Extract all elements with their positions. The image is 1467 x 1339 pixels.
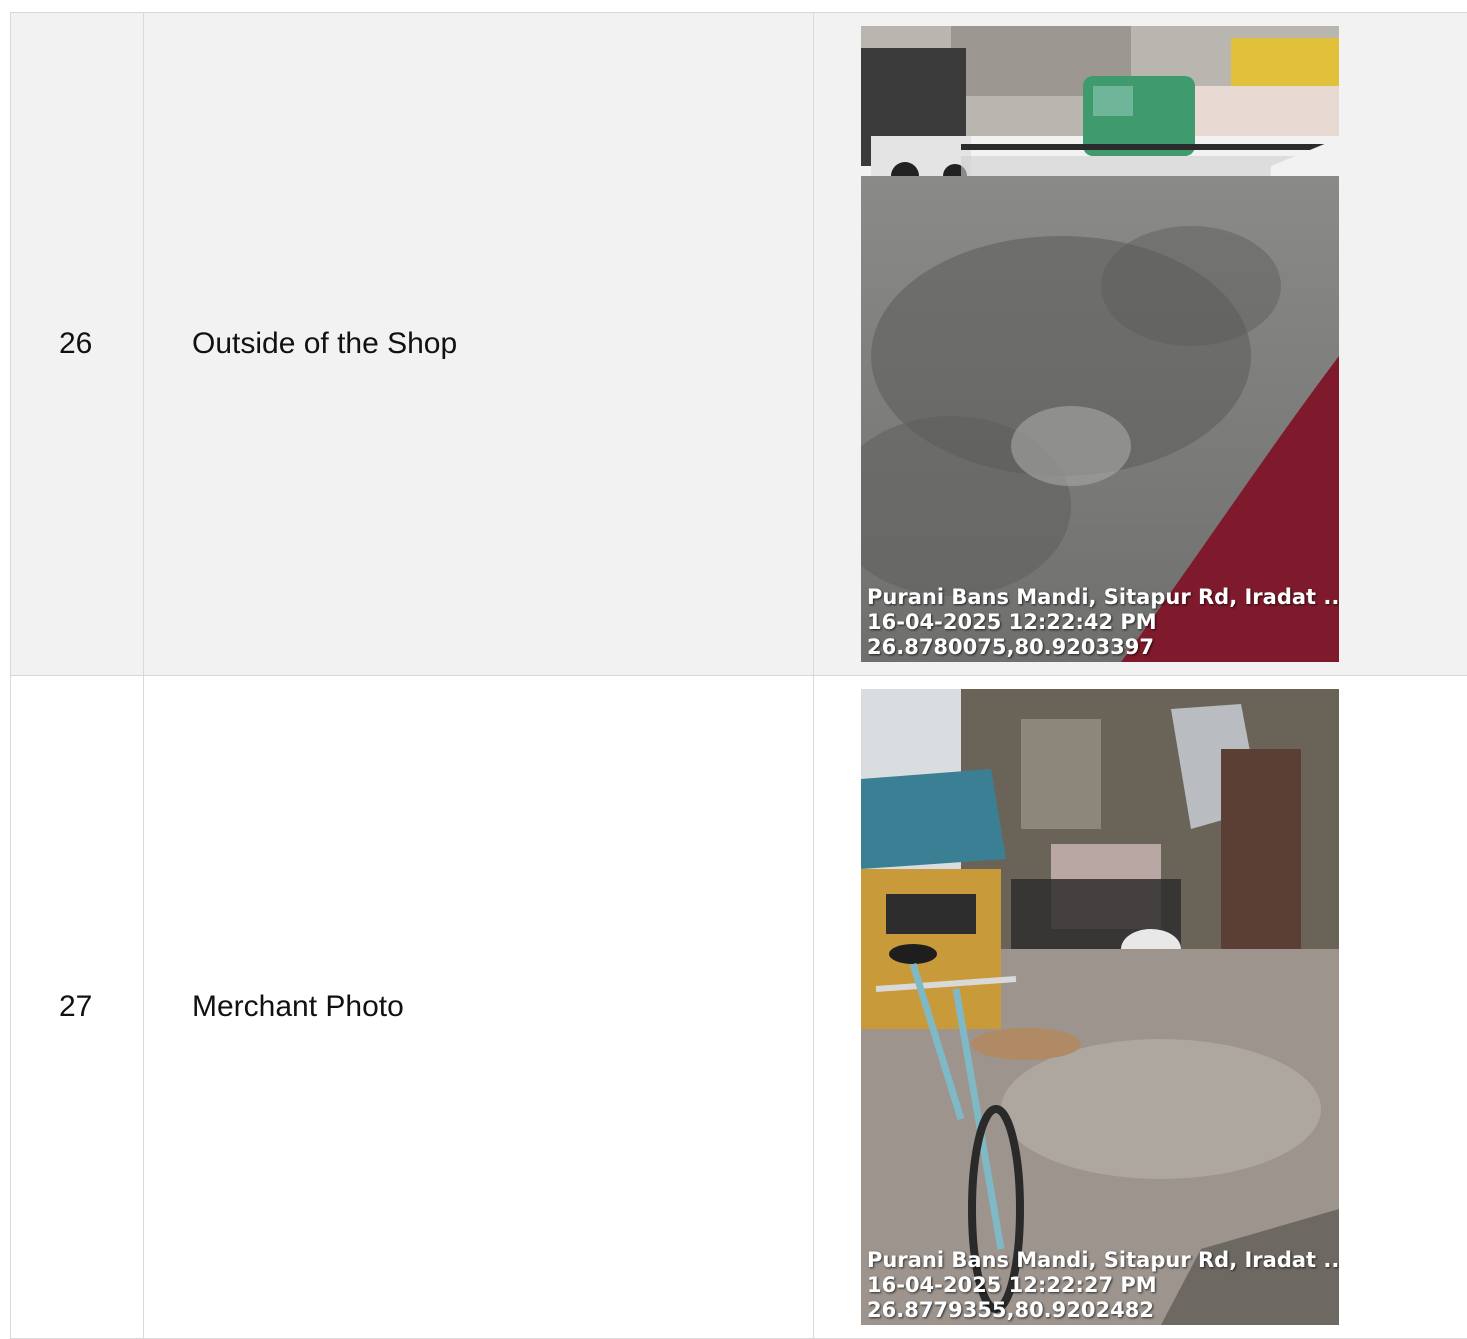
outside-shop-photo: Purani Bans Mandi, Sitapur Rd, Iradat ..… bbox=[861, 26, 1339, 662]
caption-coords: 26.8780075,80.9203397 bbox=[867, 635, 1339, 660]
street-road-image bbox=[861, 26, 1339, 662]
caption-datetime: 16-04-2025 12:22:42 PM bbox=[867, 610, 1339, 635]
row-label: Merchant Photo bbox=[144, 676, 814, 1339]
photo-report-table: 26 Outside of the Shop bbox=[10, 12, 1467, 1339]
caption-datetime: 16-04-2025 12:22:27 PM bbox=[867, 1273, 1339, 1298]
caption-location: Purani Bans Mandi, Sitapur Rd, Iradat ..… bbox=[867, 585, 1339, 610]
row-label: Outside of the Shop bbox=[144, 13, 814, 676]
caption-location: Purani Bans Mandi, Sitapur Rd, Iradat ..… bbox=[867, 1248, 1339, 1273]
photo-cell: Purani Bans Mandi, Sitapur Rd, Iradat ..… bbox=[814, 13, 1467, 676]
photo-cell: Purani Bans Mandi, Sitapur Rd, Iradat ..… bbox=[814, 676, 1467, 1339]
table-row: 26 Outside of the Shop bbox=[11, 13, 1467, 676]
photo-caption: Purani Bans Mandi, Sitapur Rd, Iradat ..… bbox=[867, 585, 1339, 660]
row-number: 26 bbox=[11, 13, 144, 676]
table-row: 27 Merchant Photo bbox=[11, 676, 1467, 1339]
row-number: 27 bbox=[11, 676, 144, 1339]
caption-coords: 26.8779355,80.9202482 bbox=[867, 1298, 1339, 1323]
merchant-photo: Purani Bans Mandi, Sitapur Rd, Iradat ..… bbox=[861, 689, 1339, 1325]
bicycle-lane-image bbox=[861, 689, 1339, 1325]
photo-caption: Purani Bans Mandi, Sitapur Rd, Iradat ..… bbox=[867, 1248, 1339, 1323]
